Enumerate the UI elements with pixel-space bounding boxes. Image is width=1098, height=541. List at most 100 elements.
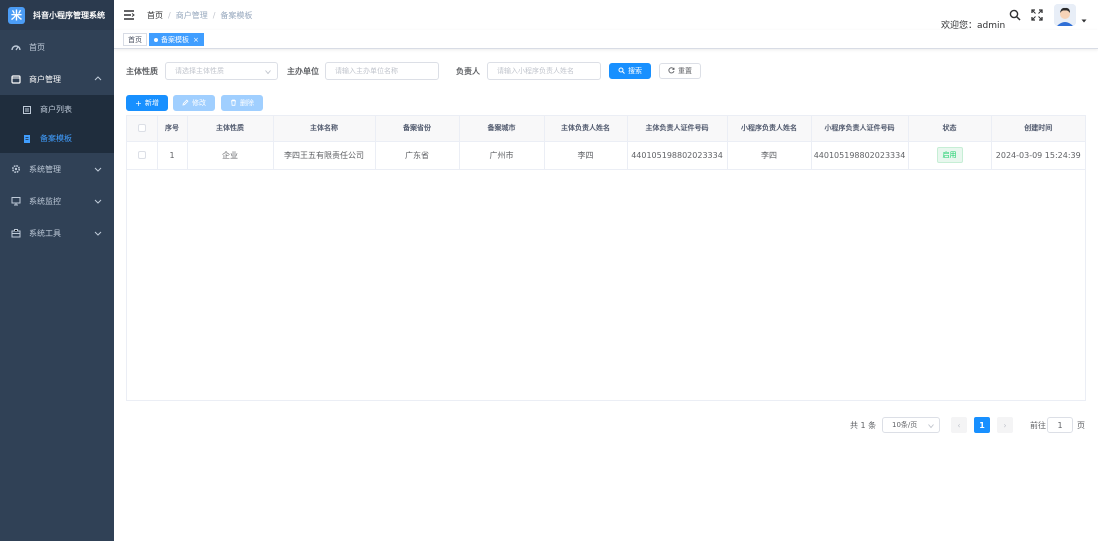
checkbox-icon [137,124,146,133]
table-header: 主体名称 [273,116,376,142]
sidebar-item-merchant-list[interactable]: 商户列表 [0,95,114,124]
search-icon[interactable] [1009,9,1021,21]
search-button-label: 搜索 [628,67,642,75]
table-header: 主体负责人证件号码 [627,116,728,142]
sidebar-item-system[interactable]: 系统管理 [0,153,114,185]
delete-button-label: 删除 [240,99,254,107]
breadcrumb-separator: / [212,11,216,20]
label-entity-type: 主体性质 [126,67,158,76]
select-all-checkbox[interactable] [127,116,158,142]
table-header-row: 序号 主体性质 主体名称 备案省份 备案城市 主体负责人姓名 主体负责人证件号码… [127,116,1085,142]
tags-view: 首页 备案模板 × [114,30,1098,49]
table-cell: 李四王五有限责任公司 [273,141,376,170]
delete-button[interactable]: 删除 [221,95,263,111]
table-cell: 440105198802023334 [811,141,909,170]
refresh-icon [668,66,675,76]
trash-icon [230,99,237,108]
app-title: 抖音小程序管理系统 [33,10,105,20]
organizer-placeholder: 请输入主办单位名称 [335,67,398,75]
avatar[interactable] [1054,4,1076,26]
chevron-left-icon: ‹ [957,420,961,430]
main-content: 主体性质 请选择主体性质 主办单位 请输入主办单位名称 负责人 请输入小程序负责… [114,49,1098,541]
owner-placeholder: 请输入小程序负责人姓名 [497,67,574,75]
sidebar-item-label: 系统工具 [29,228,61,238]
logo-icon: 米 [8,6,25,24]
page-size-select[interactable]: 10条/页 [882,417,940,433]
goto-page-input[interactable]: 1 [1047,417,1073,433]
reset-button-label: 重置 [678,67,692,75]
sidebar-item-home[interactable]: 首页 [0,31,114,63]
chevron-down-icon [928,423,934,429]
breadcrumb-home[interactable]: 首页 [147,10,163,21]
logo[interactable]: 米 抖音小程序管理系统 [0,0,114,30]
shop-icon [11,74,21,84]
tag-label: 首页 [128,35,142,44]
goto-label: 前往 [1030,420,1046,430]
tag-label: 备案模板 [161,35,189,44]
prev-page-button[interactable]: ‹ [951,417,967,433]
sidebar-item-label: 系统管理 [29,164,61,174]
label-organizer: 主办单位 [287,67,319,76]
entity-type-placeholder: 请选择主体性质 [175,67,224,75]
edit-button[interactable]: 修改 [173,95,215,111]
entity-type-select[interactable]: 请选择主体性质 [165,62,278,80]
sidebar: 米 抖音小程序管理系统 首页 商户管理 商户列表 备案模板 系统管理 系统监控 … [0,0,114,541]
tag-home[interactable]: 首页 [123,33,147,46]
table-cell: 440105198802023334 [627,141,728,170]
table-header: 主体负责人姓名 [544,116,628,142]
page-number-button[interactable]: 1 [974,417,990,433]
status-badge: 启用 [936,147,963,163]
table-header: 备案省份 [375,116,460,142]
document-icon [22,134,32,144]
table-header: 序号 [157,116,188,142]
chevron-down-icon [93,228,103,238]
tag-current[interactable]: 备案模板 × [149,33,204,46]
sidebar-item-merchant[interactable]: 商户管理 [0,63,114,95]
checkbox-icon [137,151,146,159]
breadcrumb: 首页 / 商户管理 / 备案模板 [147,10,252,21]
add-button[interactable]: + 新增 [126,95,168,111]
page-size-value: 10条/页 [892,421,918,429]
table-cell: 李四 [727,141,812,170]
chevron-down-icon [265,69,271,75]
sidebar-item-filing-template[interactable]: 备案模板 [0,124,114,153]
next-page-button[interactable]: › [997,417,1013,433]
table-cell: 广州市 [459,141,545,170]
table-cell: 李四 [544,141,628,170]
gear-icon [11,164,21,174]
sidebar-item-label: 首页 [29,42,45,52]
sidebar-item-label: 商户管理 [29,74,61,84]
page-unit-label: 页 [1077,420,1085,430]
chevron-down-icon [93,164,103,174]
breadcrumb-separator: / [168,11,171,20]
caret-down-icon[interactable] [1081,17,1087,23]
organizer-input[interactable]: 请输入主办单位名称 [325,62,439,80]
chevron-right-icon: › [1003,420,1007,430]
table-header: 小程序负责人姓名 [727,116,812,142]
fullscreen-icon[interactable] [1031,9,1043,21]
hamburger-icon[interactable] [123,9,135,21]
owner-input[interactable]: 请输入小程序负责人姓名 [487,62,601,80]
sidebar-item-monitor[interactable]: 系统监控 [0,185,114,217]
navbar: 首页 / 商户管理 / 备案模板 欢迎您：admin [114,0,1098,31]
sidebar-item-label: 系统监控 [29,196,61,206]
sidebar-item-tools[interactable]: 系统工具 [0,217,114,249]
close-icon[interactable]: × [193,36,199,44]
row-checkbox[interactable] [127,141,158,170]
breadcrumb-merchant: 商户管理 [175,11,208,20]
search-button[interactable]: 搜索 [609,63,651,79]
data-table: 序号 主体性质 主体名称 备案省份 备案城市 主体负责人姓名 主体负责人证件号码… [126,115,1086,401]
sidebar-item-label: 商户列表 [40,105,72,114]
add-button-label: 新增 [144,99,159,107]
search-form: 主体性质 请选择主体性质 主办单位 请输入主办单位名称 负责人 请输入小程序负责… [126,62,1086,80]
table-cell: 广东省 [375,141,460,170]
table-header: 状态 [908,116,992,142]
table-row[interactable]: 1 企业 李四王五有限责任公司 广东省 广州市 李四 4401051988020… [127,141,1085,170]
label-owner: 负责人 [456,67,480,76]
search-icon [618,67,625,76]
reset-button[interactable]: 重置 [659,63,701,79]
status-cell: 启用 [908,141,992,170]
breadcrumb-current: 备案模板 [220,11,253,20]
table-cell: 企业 [187,141,274,170]
table-header: 备案城市 [459,116,545,142]
